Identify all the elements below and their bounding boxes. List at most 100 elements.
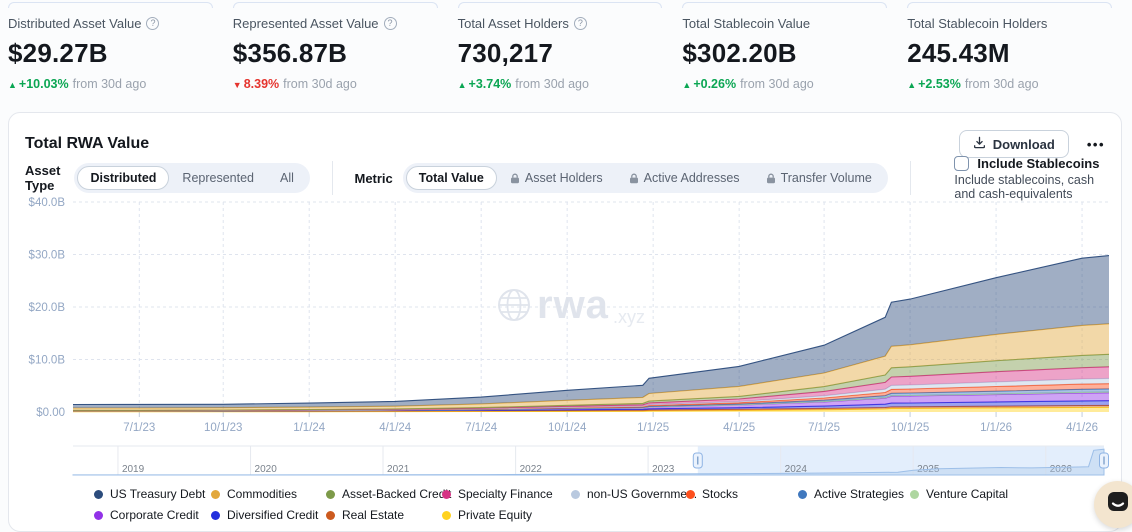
stat-card-top-border <box>682 2 887 8</box>
brush-year-label: 2022 <box>520 464 543 475</box>
y-axis-tick-label: $10.0B <box>29 355 66 367</box>
segment-option-label: Transfer Volume <box>781 171 872 185</box>
x-axis-tick-label: 7/1/24 <box>465 422 498 434</box>
delta-suffix: from 30d ago <box>283 77 357 91</box>
stat-card-top-border <box>907 2 1112 8</box>
legend-dot <box>686 490 695 499</box>
legend-label: Commodities <box>227 487 297 501</box>
legend-item-specialty-finance[interactable]: Specialty Finance <box>442 487 571 501</box>
segment-option-represented[interactable]: Represented <box>169 166 267 190</box>
stat-label-text: Distributed Asset Value <box>8 16 141 31</box>
legend-label: Private Equity <box>458 508 532 522</box>
x-axis-tick-label: 1/1/25 <box>637 422 669 434</box>
stat-delta: ▲+3.74%from 30d ago <box>458 77 663 91</box>
stat-label: Total Stablecoin Value <box>682 16 887 31</box>
legend-item-commodities[interactable]: Commodities <box>211 487 326 501</box>
legend-label: US Treasury Debt <box>110 487 205 501</box>
stat-label-text: Total Stablecoin Holders <box>907 16 1047 31</box>
legend-label: Corporate Credit <box>110 508 199 522</box>
segment-option-label: Represented <box>182 171 254 185</box>
stat-card-top-border <box>8 2 213 8</box>
brush-year-label: 2019 <box>122 464 145 475</box>
segment-option-all[interactable]: All <box>267 166 307 190</box>
segment-option-asset-holders[interactable]: Asset Holders <box>497 166 616 190</box>
asset-type-segmented-control: Distributed Represented All <box>74 163 309 193</box>
legend-item-stocks[interactable]: Stocks <box>686 487 798 501</box>
segment-option-label: All <box>280 171 294 185</box>
rwa-xyz-watermark-icon: rwa.xyz <box>499 283 645 327</box>
chart-controls: Asset Type Distributed Represented All Met… <box>25 160 1105 196</box>
x-axis-tick-label: 1/1/26 <box>980 422 1012 434</box>
segment-option-label: Asset Holders <box>525 171 603 185</box>
include-stablecoins-checkbox[interactable] <box>954 156 969 171</box>
legend-item-corporate-credit[interactable]: Corporate Credit <box>94 508 211 522</box>
legend-dot <box>910 490 919 499</box>
segment-option-distributed[interactable]: Distributed <box>77 166 169 190</box>
stat-card: Total Stablecoin Value$302.20B▲+0.26%fro… <box>682 0 907 91</box>
download-icon <box>973 136 986 152</box>
stat-card: Total Stablecoin Holders245.43M▲+2.53%fr… <box>907 0 1132 91</box>
delta-percent: +0.26% <box>693 77 736 91</box>
x-axis-tick-label: 7/1/25 <box>808 422 840 434</box>
x-axis-tick-label: 4/1/24 <box>379 422 412 434</box>
metric-label: Metric <box>354 171 392 186</box>
lock-icon <box>766 173 776 184</box>
stat-value: $302.20B <box>682 38 887 69</box>
delta-up-icon: ▲ <box>907 80 916 90</box>
stat-card: Represented Asset Value?$356.87B▼8.39%fr… <box>233 0 458 91</box>
legend-item-real-estate[interactable]: Real Estate <box>326 508 442 522</box>
stat-card-top-border <box>458 2 663 8</box>
stat-label: Distributed Asset Value? <box>8 16 213 31</box>
delta-percent: +2.53% <box>918 77 961 91</box>
info-icon[interactable]: ? <box>146 17 159 30</box>
legend-dot <box>94 490 103 499</box>
legend-label: Active Strategies <box>814 487 904 501</box>
stat-delta: ▲+2.53%from 30d ago <box>907 77 1112 91</box>
legend-item-active-strategies[interactable]: Active Strategies <box>798 487 910 501</box>
timeline-brush[interactable]: 20192020202120222023202420252026 <box>9 444 1123 478</box>
legend-item-private-equity[interactable]: Private Equity <box>442 508 571 522</box>
stat-value: $356.87B <box>233 38 438 69</box>
legend-label: Real Estate <box>342 508 404 522</box>
stat-card-top-border <box>233 2 438 8</box>
page-title: Total RWA Value <box>25 135 149 153</box>
legend-item-diversified-credit[interactable]: Diversified Credit <box>211 508 326 522</box>
legend-label: Specialty Finance <box>458 487 553 501</box>
x-axis-tick-label: 1/1/24 <box>293 422 326 434</box>
header-actions: Download ••• <box>959 130 1107 158</box>
legend-dot <box>326 490 335 499</box>
total-rwa-value-card: Total RWA Value Download ••• Asset Type … <box>8 112 1122 532</box>
download-button[interactable]: Download <box>959 130 1069 158</box>
legend-label: non-US Governme... <box>587 487 697 501</box>
info-icon[interactable]: ? <box>574 17 587 30</box>
legend-dot <box>326 511 335 520</box>
segment-option-transfer-volume[interactable]: Transfer Volume <box>753 166 885 190</box>
stat-card: Total Asset Holders?730,217▲+3.74%from 3… <box>458 0 683 91</box>
watermark-suffix: .xyz <box>613 307 645 327</box>
legend-dot <box>798 490 807 499</box>
legend-item-asset-backed-credit[interactable]: Asset-Backed Credit <box>326 487 442 501</box>
stat-value: 730,217 <box>458 38 663 69</box>
stat-value: $29.27B <box>8 38 213 69</box>
legend-item-us-treasury-debt[interactable]: US Treasury Debt <box>94 487 211 501</box>
info-icon[interactable]: ? <box>384 17 397 30</box>
legend-item-non-us-governme-[interactable]: non-US Governme... <box>571 487 686 501</box>
controls-divider <box>332 161 333 195</box>
more-menu-button[interactable]: ••• <box>1085 133 1107 156</box>
include-stablecoins-label: Include Stablecoins <box>977 156 1099 171</box>
brush-handle-left[interactable] <box>693 453 702 468</box>
delta-suffix: from 30d ago <box>515 77 589 91</box>
brush-handle-right[interactable] <box>1100 453 1109 468</box>
legend-dot <box>442 511 451 520</box>
stat-label-text: Represented Asset Value <box>233 16 379 31</box>
segment-option-label: Active Addresses <box>644 171 740 185</box>
x-axis-tick-label: 10/1/24 <box>548 422 587 434</box>
stacked-area-chart[interactable]: $40.0B$30.0B$20.0B$10.0B$0.007/1/2310/1/… <box>9 193 1123 443</box>
legend-item-venture-capital[interactable]: Venture Capital <box>910 487 1008 501</box>
legend-label: Diversified Credit <box>227 508 318 522</box>
segment-option-active-addresses[interactable]: Active Addresses <box>616 166 753 190</box>
asset-type-label: Asset Type <box>25 163 64 193</box>
chat-bubble-icon <box>1105 489 1131 520</box>
segment-option-total-value[interactable]: Total Value <box>406 166 497 190</box>
legend-label: Stocks <box>702 487 738 501</box>
